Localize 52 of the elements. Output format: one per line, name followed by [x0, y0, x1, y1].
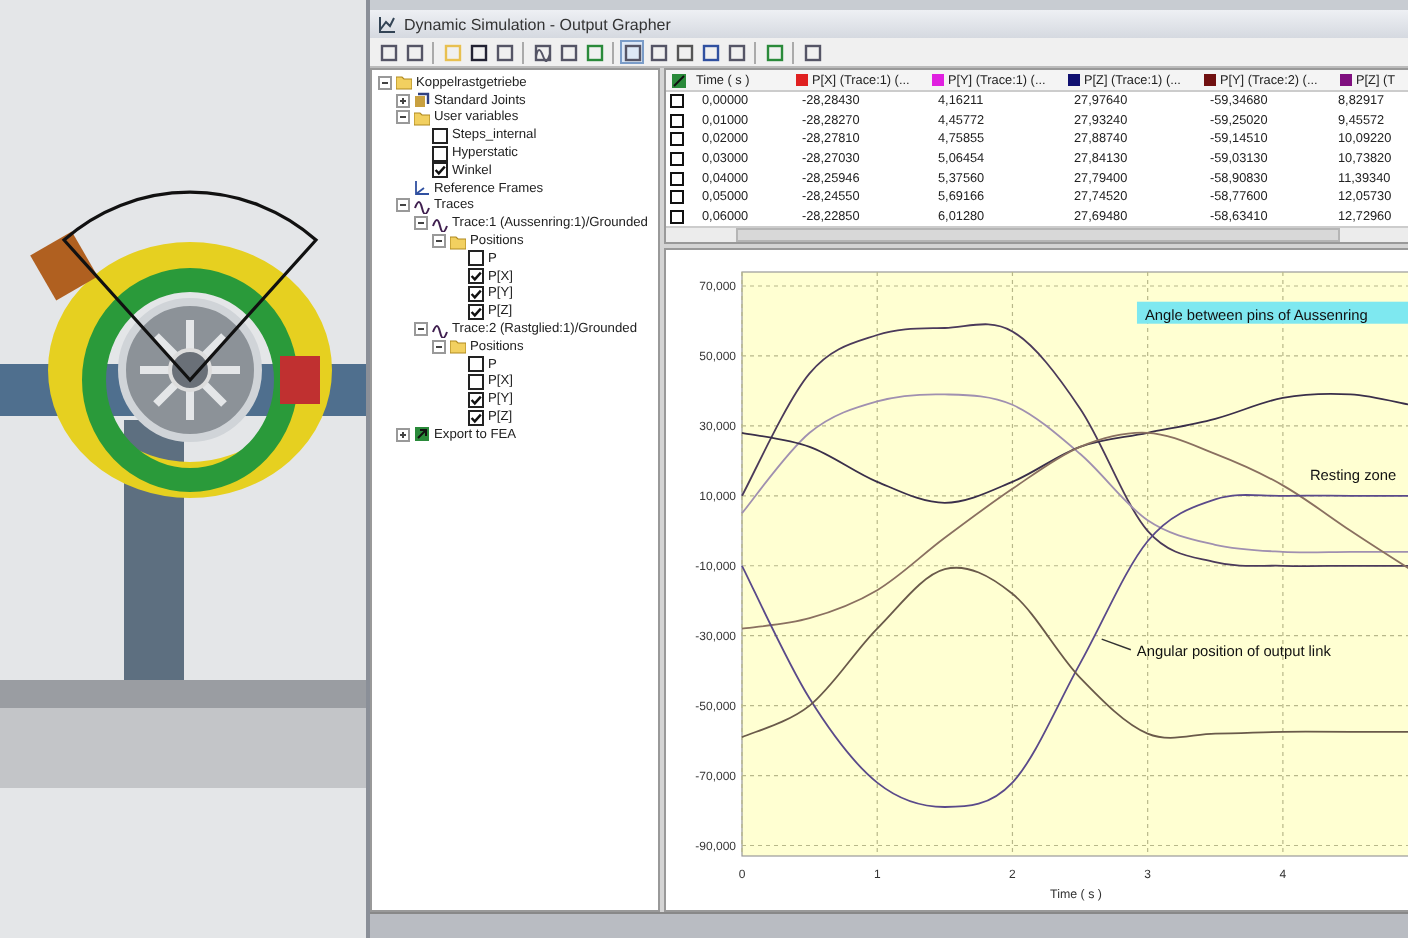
collapse-icon[interactable] — [396, 110, 410, 125]
toolbar-button[interactable] — [376, 40, 400, 64]
export-icon — [414, 426, 430, 443]
leader-line — [1101, 638, 1132, 651]
toolbar-button[interactable] — [492, 40, 516, 64]
folder-icon — [396, 74, 412, 91]
select-icon — [672, 73, 686, 87]
expand-icon[interactable] — [396, 427, 410, 442]
wave-icon — [432, 321, 448, 338]
toolbar-button[interactable] — [646, 40, 670, 64]
window-title: Dynamic Simulation - Output Grapher — [404, 15, 671, 33]
checkbox[interactable] — [670, 171, 684, 186]
checkbox[interactable] — [670, 132, 684, 147]
checkbox[interactable] — [670, 152, 684, 167]
expand-icon[interactable] — [396, 93, 410, 108]
toolbar-button[interactable] — [620, 40, 644, 64]
checkbox[interactable] — [468, 373, 484, 390]
checkbox[interactable] — [468, 285, 484, 302]
checkbox[interactable] — [432, 162, 448, 179]
checkbox[interactable] — [468, 268, 484, 285]
checkbox[interactable] — [468, 356, 484, 373]
toolbar-button[interactable] — [402, 40, 426, 64]
collapse-icon[interactable] — [378, 75, 392, 90]
joint-icon — [414, 92, 430, 109]
toolbar-button[interactable] — [672, 40, 696, 64]
collapse-icon[interactable] — [414, 322, 428, 337]
checkbox[interactable] — [468, 409, 484, 426]
toolbar-button[interactable] — [698, 40, 722, 64]
collapse-icon[interactable] — [414, 216, 428, 231]
chart-icon — [378, 15, 396, 33]
checkbox[interactable] — [670, 94, 684, 109]
toolbar-button[interactable] — [466, 40, 490, 64]
folder-icon — [414, 109, 430, 126]
checkbox[interactable] — [670, 190, 684, 205]
toolbar-button[interactable] — [800, 40, 824, 64]
checkbox[interactable] — [670, 209, 684, 224]
checkbox[interactable] — [468, 391, 484, 408]
collapse-icon[interactable] — [432, 339, 446, 354]
toolbar-button[interactable] — [530, 40, 554, 64]
checkbox[interactable] — [468, 250, 484, 267]
folder-icon — [450, 338, 466, 355]
collapse-icon[interactable] — [432, 234, 446, 249]
checkbox[interactable] — [468, 303, 484, 320]
axes-icon — [414, 180, 430, 197]
horizontal-scrollbar[interactable] — [666, 226, 1408, 242]
toolbar-button[interactable] — [556, 40, 580, 64]
collapse-icon[interactable] — [396, 198, 410, 213]
folder-icon — [450, 233, 466, 250]
checkbox[interactable] — [670, 113, 684, 128]
checkbox[interactable] — [432, 127, 448, 144]
checkbox[interactable] — [432, 145, 448, 162]
toolbar-button[interactable] — [724, 40, 748, 64]
